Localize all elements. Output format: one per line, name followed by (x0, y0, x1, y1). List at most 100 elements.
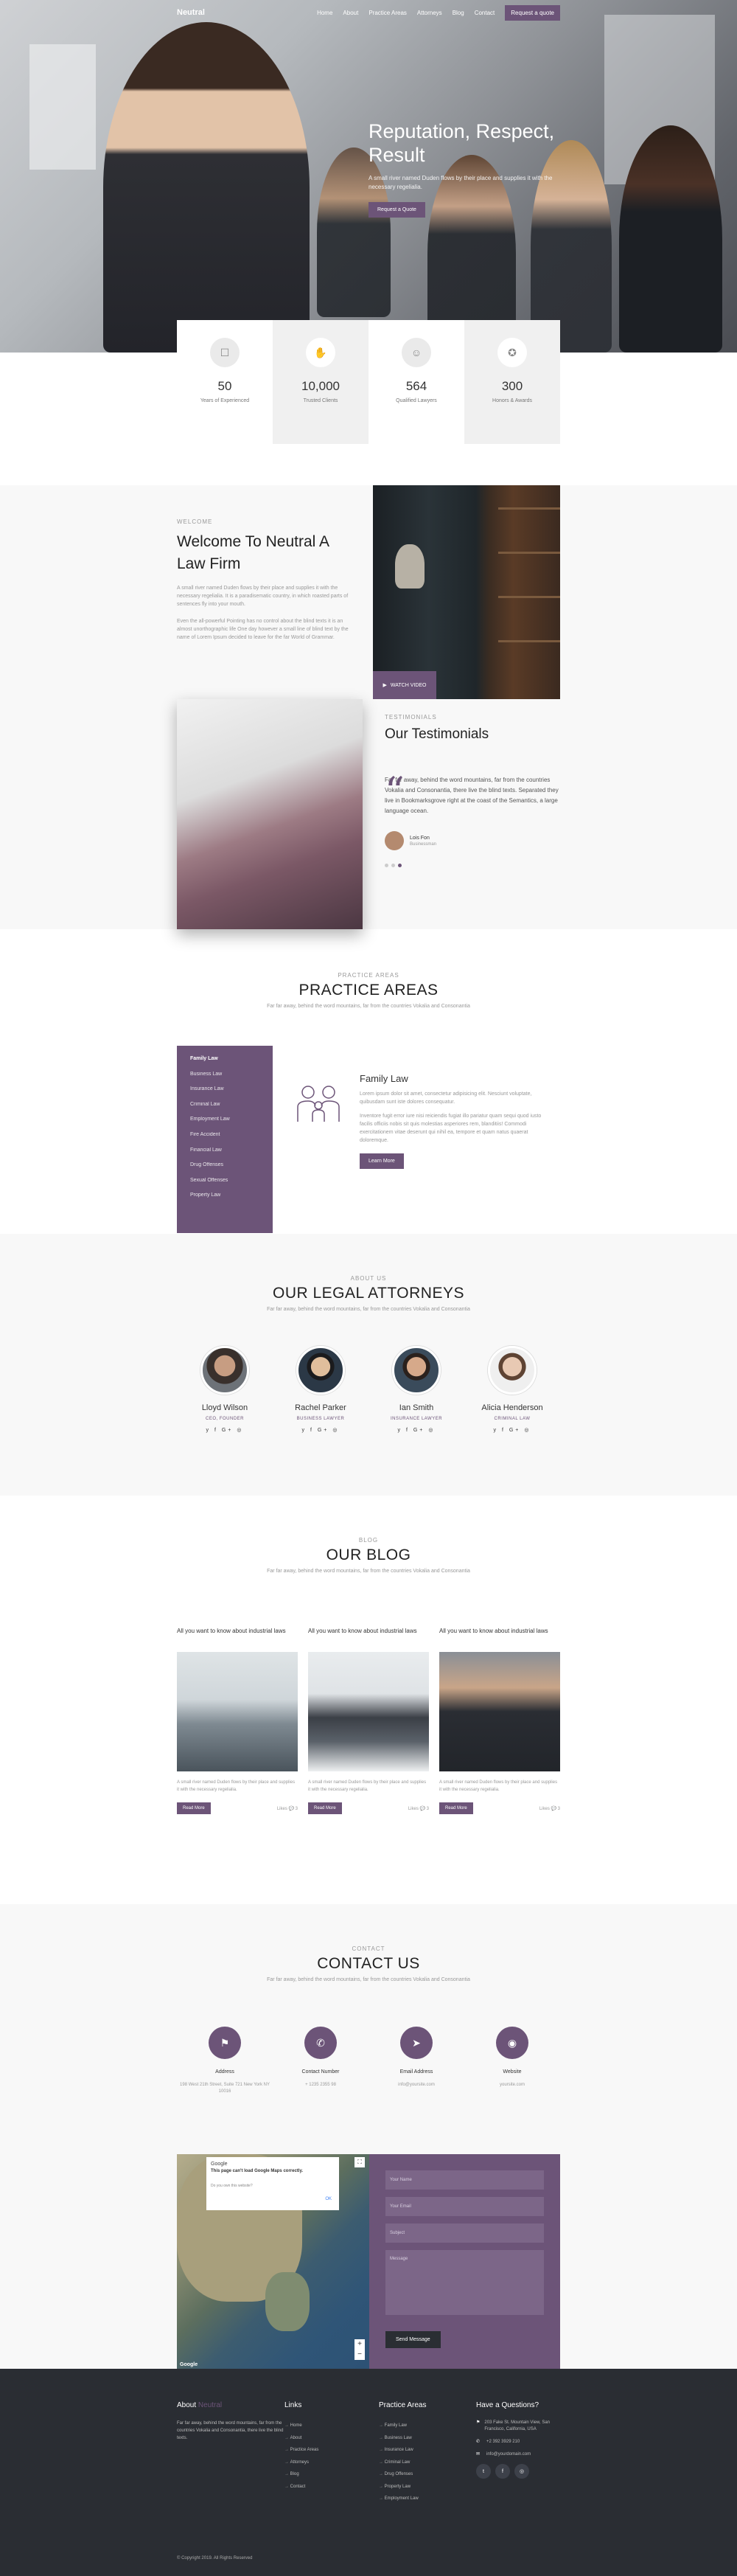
footer-area-link[interactable]: Property Law (379, 2481, 476, 2493)
post-image[interactable] (308, 1652, 429, 1771)
email-field[interactable]: Your Email (385, 2197, 544, 2216)
attorney-role: Business Lawyer (296, 1417, 345, 1421)
testimonial-author: Lois Fon Businessman (385, 831, 562, 850)
contact-address: ⚑ Address 198 West 21th Street, Suite 72… (177, 2027, 273, 2095)
hero-person-photo (619, 125, 722, 353)
welcome-title: Welcome To Neutral A Law Firm (177, 533, 329, 572)
post-title[interactable]: All you want to know about industrial la… (177, 1627, 298, 1649)
footer-link[interactable]: Practice Areas (284, 2444, 379, 2457)
practice-detail-paragraph: Inventore fugit error iure nisi reiciend… (360, 1114, 542, 1143)
nav-home[interactable]: Home (317, 10, 332, 16)
post-excerpt: A small river named Duden flows by their… (308, 1780, 427, 1792)
comment-icon: 💬 (419, 1806, 425, 1811)
footer-area-link[interactable]: Family Law (379, 2420, 476, 2432)
footer-email[interactable]: ✉ info@yourdomain.com (476, 2451, 560, 2458)
read-more-button[interactable]: Read More (177, 1802, 211, 1814)
contact-header: Contact CONTACT US Far far away, behind … (0, 1904, 737, 1982)
practice-title: PRACTICE AREAS (298, 982, 439, 999)
contact-value[interactable]: info@yoursite.com (368, 2082, 464, 2089)
practice-item-family-law[interactable]: Family Law (190, 1056, 273, 1072)
likes-count: 3 (426, 1806, 429, 1811)
nav-blog[interactable]: Blog (453, 10, 464, 16)
post-image[interactable] (177, 1652, 298, 1771)
google-map[interactable]: Google This page can't load Google Maps … (177, 2154, 369, 2369)
facebook-icon[interactable]: f (495, 2464, 510, 2479)
learn-more-button[interactable]: Learn More (360, 1153, 404, 1169)
footer-link[interactable]: Contact (284, 2481, 379, 2493)
message-field[interactable]: Message (385, 2250, 544, 2315)
footer-about-title-a: About (177, 2401, 197, 2409)
twitter-icon[interactable]: t (476, 2464, 491, 2479)
blog-tag: Blog (358, 1537, 379, 1544)
stat-years: ☐ 50 Years of Experienced (177, 320, 273, 444)
subject-field[interactable]: Subject (385, 2223, 544, 2243)
carousel-dot[interactable] (385, 864, 388, 867)
practice-item-employment-law[interactable]: Employment Law (190, 1117, 273, 1132)
footer-area-link[interactable]: Business Law (379, 2432, 476, 2445)
request-quote-button[interactable]: Request a quote (505, 4, 560, 21)
practice-item-sexual-offenses[interactable]: Sexual Offenses (190, 1178, 273, 1193)
shelf (498, 507, 560, 510)
carousel-dot[interactable] (391, 864, 395, 867)
read-more-button[interactable]: Read More (308, 1802, 342, 1814)
footer-area-link[interactable]: Employment Law (379, 2493, 476, 2505)
footer-phone[interactable]: ✆ +2 392 3929 210 (476, 2439, 560, 2445)
footer-social: t f ◎ (476, 2464, 560, 2479)
contact-section: Contact CONTACT US Far far away, behind … (0, 1904, 737, 2369)
nav-contact[interactable]: Contact (475, 10, 495, 16)
social-icons[interactable]: y f G+ ◎ (464, 1427, 560, 1433)
fullscreen-icon[interactable]: ⛶ (354, 2157, 365, 2167)
footer-about-title-b: Neutral (198, 2401, 223, 2409)
post-title[interactable]: All you want to know about industrial la… (439, 1627, 560, 1649)
post-image[interactable] (439, 1652, 560, 1771)
hero-quote-button[interactable]: Request a Quote (368, 202, 425, 218)
practice-item-drug-offenses[interactable]: Drug Offenses (190, 1162, 273, 1178)
social-icons[interactable]: y f G+ ◎ (177, 1427, 273, 1433)
logo[interactable]: Neutral (177, 8, 205, 17)
practice-item-property-law[interactable]: Property Law (190, 1192, 273, 1208)
post-excerpt: A small river named Duden flows by their… (177, 1780, 296, 1792)
bust-statue (395, 544, 425, 589)
contact-value[interactable]: + 1235 2355 98 (273, 2082, 368, 2089)
social-icons[interactable]: y f G+ ◎ (273, 1427, 368, 1433)
watch-video-button[interactable]: ▶ WATCH VIDEO (373, 671, 436, 699)
practice-item-insurance-law[interactable]: Insurance Law (190, 1086, 273, 1102)
contact-label: Contact Number (301, 2069, 340, 2075)
footer-area-link[interactable]: Criminal Law (379, 2457, 476, 2469)
footer-link[interactable]: Blog (284, 2468, 379, 2481)
map-ok-button[interactable]: OK (325, 2197, 332, 2201)
read-more-button[interactable]: Read More (439, 1802, 473, 1814)
nav-about[interactable]: About (343, 10, 358, 16)
contact-label: Website (503, 2069, 522, 2075)
practice-item-business-law[interactable]: Business Law (190, 1072, 273, 1087)
carousel-dot-active[interactable] (398, 864, 402, 867)
practice-item-financial-law[interactable]: Financial Law (190, 1148, 273, 1163)
zoom-controls[interactable]: + − (354, 2339, 365, 2360)
family-icon (297, 1086, 340, 1122)
practice-item-fire-accident[interactable]: Fire Accident (190, 1132, 273, 1148)
stat-value: 300 (501, 379, 523, 393)
attorney-role: CEO, Founder (205, 1417, 244, 1421)
name-field[interactable]: Your Name (385, 2170, 544, 2190)
send-message-button[interactable]: Send Message (385, 2331, 441, 2348)
shelf (498, 640, 560, 642)
map-google-label: Google (211, 2162, 228, 2167)
post-title[interactable]: All you want to know about industrial la… (308, 1627, 429, 1649)
hero-woman-photo (103, 22, 310, 353)
footer-area-link[interactable]: Drug Offenses (379, 2468, 476, 2481)
practice-area-list: Family Law Business Law Insurance Law Cr… (177, 1046, 273, 1233)
practice-detail-title: Family Law (360, 1073, 408, 1084)
nav-practice-areas[interactable]: Practice Areas (368, 10, 407, 16)
window-light (29, 44, 96, 170)
footer-link[interactable]: Home (284, 2420, 379, 2432)
instagram-icon[interactable]: ◎ (514, 2464, 529, 2479)
contact-value[interactable]: yoursite.com (464, 2082, 560, 2089)
footer-link[interactable]: About (284, 2432, 379, 2445)
social-icons[interactable]: y f G+ ◎ (368, 1427, 464, 1433)
footer-about: About Neutral Far far away, behind the w… (177, 2401, 284, 2505)
footer-link[interactable]: Attorneys (284, 2457, 379, 2469)
map-pin-icon: ⚑ (476, 2420, 481, 2425)
nav-attorneys[interactable]: Attorneys (417, 10, 442, 16)
footer-area-link[interactable]: Insurance Law (379, 2444, 476, 2457)
practice-item-criminal-law[interactable]: Criminal Law (190, 1102, 273, 1117)
